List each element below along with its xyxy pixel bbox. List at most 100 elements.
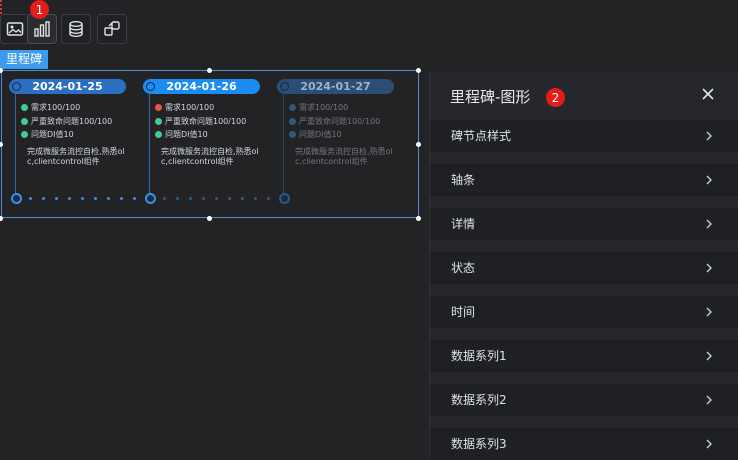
resize-handle-r[interactable] [416,142,421,147]
panel-row-series-3[interactable]: 数据系列3 [430,428,738,460]
milestone-item: 严重致命问题100/100 [155,116,246,126]
step-badge-2: 2 [546,88,565,107]
axis-dot [228,197,231,200]
check-icon [21,130,28,138]
check-icon [155,130,162,138]
axis-dot [176,197,179,200]
shapes-icon [104,21,120,36]
pending-icon [289,117,296,125]
axis-dot [94,197,97,200]
axis-dot [55,197,58,200]
axis-dot [267,197,270,200]
selection-marker [0,0,4,14]
milestone-item-text: 严重致命问题100/100 [31,116,113,126]
axis-node-1 [11,193,22,204]
shapes-tool-button[interactable] [97,14,127,44]
chevron-right-icon [706,395,712,405]
image-icon [6,22,24,36]
property-panel: 里程碑-图形 2 碑节点样式 轴条 详情 状态 时间 数据系列1 数据系列2 数… [429,71,738,460]
milestone-node-icon [12,82,21,91]
milestone-node-icon [146,82,155,91]
chevron-right-icon [706,439,712,449]
database-icon [69,21,83,38]
row-label: 数据系列3 [451,437,507,451]
milestone-description: 完成微服务流控自检,熟悉ol c,clientcontrol组件 [27,147,125,166]
resize-handle-t[interactable] [207,68,212,73]
milestone-item: 严重致命问题100/100 [21,116,112,126]
milestone-item: 问题DI值10 [289,129,342,139]
row-label: 轴条 [451,173,476,187]
panel-row-axis[interactable]: 轴条 [430,164,738,196]
milestone-item: 需求100/100 [289,102,348,112]
milestone-description: 完成微服务流控自检,熟悉ol c,clientcontrol组件 [161,147,259,166]
axis-dot [107,197,110,200]
row-label: 数据系列1 [451,349,507,363]
component-tag[interactable]: 里程碑 [0,50,49,69]
milestone-item: 问题DI值10 [21,129,74,139]
axis-dot [81,197,84,200]
axis-dot [42,197,45,200]
close-icon[interactable] [701,87,715,101]
chevron-right-icon [706,307,712,317]
milestone-date-2[interactable]: 2024-01-26 [143,79,260,94]
chevron-right-icon [706,263,712,273]
milestone-date-3[interactable]: 2024-01-27 [277,79,394,94]
milestone-item: 严重致命问题100/100 [289,116,380,126]
axis-dot [29,197,32,200]
resize-handle-br[interactable] [416,216,421,221]
pending-icon [289,103,296,111]
milestone-item: 问题DI值10 [155,129,208,139]
axis-dot [120,197,123,200]
milestone-item-text: 需求100/100 [299,102,349,112]
milestone-date-label: 2024-01-25 [32,80,103,93]
panel-row-node-style[interactable]: 碑节点样式 [430,120,738,152]
pending-icon [289,130,296,138]
row-label: 时间 [451,305,476,319]
panel-row-details[interactable]: 详情 [430,208,738,240]
milestone-item-text: 需求100/100 [31,102,81,112]
axis-dot [133,197,136,200]
milestone-item-text: 严重致命问题100/100 [299,116,381,126]
milestone-description: 完成微服务流控自检,熟悉ol c,clientcontrol组件 [295,147,393,166]
bar-chart-icon [34,21,50,37]
panel-row-time[interactable]: 时间 [430,296,738,328]
axis-dot [68,197,71,200]
milestone-date-1[interactable]: 2024-01-25 [9,79,126,94]
milestone-item: 需求100/100 [21,102,80,112]
milestone-line-1 [15,94,16,198]
axis-dot [189,197,192,200]
milestone-node-icon [280,82,289,91]
axis-node-3 [279,193,290,204]
row-label: 碑节点样式 [451,129,512,143]
axis-dot [241,197,244,200]
axis-node-2 [145,193,156,204]
check-icon [21,117,28,125]
axis-dot [254,197,257,200]
panel-title: 里程碑-图形 [450,88,531,106]
resize-handle-b[interactable] [207,216,212,221]
panel-header: 里程碑-图形 2 [430,71,738,119]
check-icon [155,117,162,125]
row-label: 状态 [451,261,476,275]
error-icon [155,103,162,111]
milestone-item-text: 问题DI值10 [31,129,74,139]
row-label: 详情 [451,217,476,231]
milestone-item: 需求100/100 [155,102,214,112]
panel-row-series-1[interactable]: 数据系列1 [430,340,738,372]
milestone-item-text: 问题DI值10 [299,129,342,139]
milestone-line-3 [283,94,284,198]
resize-handle-bl[interactable] [0,216,3,221]
chevron-right-icon [706,175,712,185]
milestone-item-text: 问题DI值10 [165,129,208,139]
panel-row-status[interactable]: 状态 [430,252,738,284]
step-badge-1: 1 [30,0,49,19]
check-icon [21,103,28,111]
axis-dot [202,197,205,200]
chevron-right-icon [706,131,712,141]
axis-dot [163,197,166,200]
resize-handle-tr[interactable] [416,68,421,73]
panel-row-series-2[interactable]: 数据系列2 [430,384,738,416]
image-tool-button[interactable] [0,14,30,44]
database-tool-button[interactable] [61,14,91,44]
axis-dot [215,197,218,200]
